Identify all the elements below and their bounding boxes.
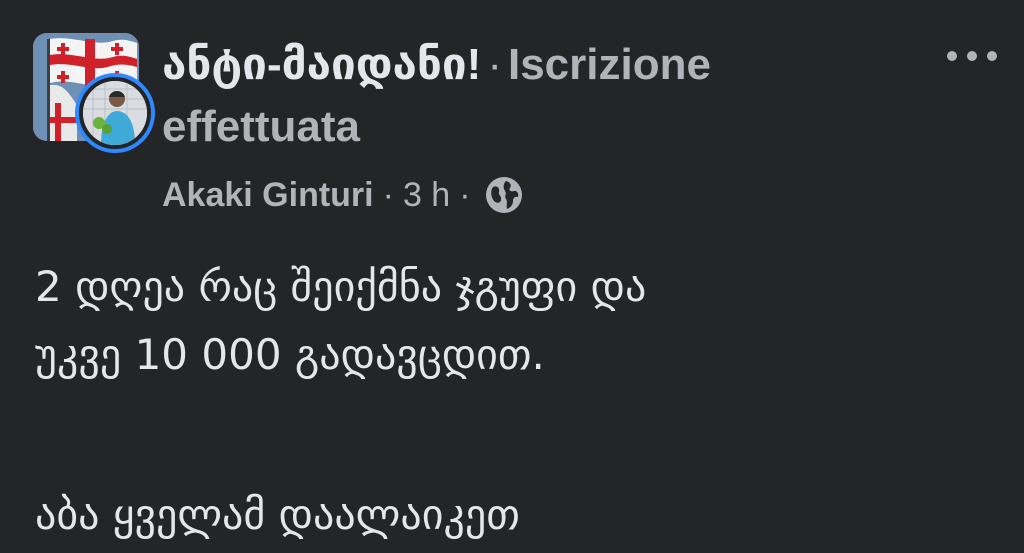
- post-header: ანტი-მაიდანი! · Iscrizione effettuata: [162, 34, 902, 158]
- post-meta: Akaki Ginturi · 3 h ·: [162, 172, 524, 218]
- globe-icon[interactable]: [484, 175, 524, 215]
- author-name-link[interactable]: Akaki Ginturi: [162, 176, 374, 215]
- meta-separator: ·: [459, 175, 471, 214]
- body-line: აბა ყველამ დაალაიკეთ: [35, 490, 520, 539]
- goalkeeper-photo: [83, 81, 147, 145]
- author-avatar[interactable]: [75, 73, 155, 153]
- more-options-icon[interactable]: [944, 44, 1000, 68]
- body-line: უკვე 10 000 გადავცდით.: [35, 330, 545, 379]
- post-timestamp[interactable]: 3 h: [403, 176, 450, 215]
- header-separator: ·: [487, 40, 502, 89]
- feed-post: ანტი-მაიდანი! · Iscrizione effettuata Akak…: [0, 0, 1024, 553]
- post-body: 2 დღეა რაც შეიქმნა ჯგუფი და უკვე 10 000 …: [35, 253, 995, 549]
- meta-separator: ·: [382, 175, 394, 214]
- group-name-link[interactable]: ანტი-მაიდანი!: [162, 40, 481, 89]
- body-line: 2 დღეა რაც შეიქმნა ჯგუფი და: [35, 262, 647, 311]
